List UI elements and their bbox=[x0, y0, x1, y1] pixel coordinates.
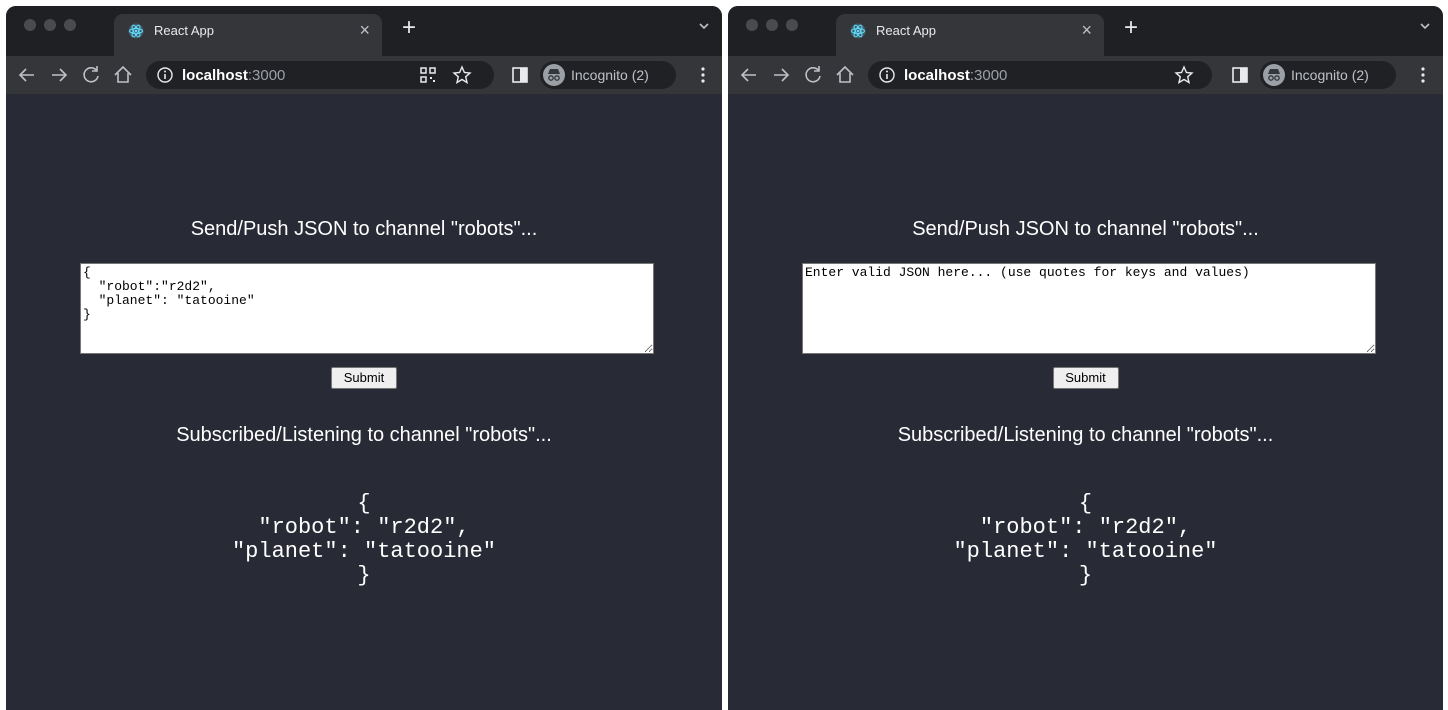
output-line: "robot": "r2d2", bbox=[979, 515, 1192, 540]
address-bar[interactable]: localhost:3000 bbox=[146, 61, 494, 89]
output-line: } bbox=[1078, 563, 1093, 588]
received-json-output: { "robot": "r2d2", "planet": "tatooine" … bbox=[728, 492, 1443, 588]
browser-tab[interactable]: React App × bbox=[836, 14, 1104, 56]
url-text: localhost:3000 bbox=[182, 67, 285, 84]
output-line: "robot": "r2d2", bbox=[258, 515, 470, 540]
star-icon[interactable] bbox=[452, 65, 472, 85]
new-tab-button[interactable]: + bbox=[402, 16, 416, 40]
browser-toolbar: localhost:3000 Incognito (2) bbox=[728, 56, 1443, 94]
page-viewport: Send/Push JSON to channel "robots"... { … bbox=[6, 94, 722, 710]
json-input[interactable] bbox=[802, 263, 1376, 354]
output-line: "planet": "tatooine" bbox=[231, 539, 497, 564]
browser-tab[interactable]: React App × bbox=[114, 14, 382, 56]
react-logo-icon bbox=[850, 23, 866, 39]
close-window-button[interactable] bbox=[24, 19, 36, 31]
minimize-window-button[interactable] bbox=[44, 19, 56, 31]
maximize-window-button[interactable] bbox=[64, 19, 76, 31]
star-icon[interactable] bbox=[1174, 65, 1194, 85]
home-icon[interactable] bbox=[832, 62, 858, 88]
home-icon[interactable] bbox=[110, 62, 136, 88]
incognito-indicator[interactable]: Incognito (2) bbox=[540, 61, 676, 89]
submit-button[interactable]: Submit bbox=[331, 367, 397, 389]
send-heading: Send/Push JSON to channel "robots"... bbox=[912, 218, 1259, 240]
output-line: } bbox=[357, 563, 371, 588]
tab-title: React App bbox=[876, 23, 936, 38]
tab-title: React App bbox=[154, 23, 214, 38]
incognito-label: Incognito (2) bbox=[571, 67, 649, 83]
url-host: localhost bbox=[904, 67, 970, 84]
maximize-window-button[interactable] bbox=[786, 19, 798, 31]
reload-icon[interactable] bbox=[800, 62, 826, 88]
close-icon[interactable]: × bbox=[1081, 20, 1092, 41]
json-input[interactable]: { "robot":"r2d2", "planet": "tatooine" } bbox=[80, 263, 654, 354]
forward-arrow-icon[interactable] bbox=[768, 62, 794, 88]
address-bar[interactable]: localhost:3000 bbox=[868, 61, 1212, 89]
incognito-icon bbox=[1263, 64, 1285, 86]
subscribe-heading: Subscribed/Listening to channel "robots"… bbox=[897, 424, 1274, 446]
submit-button[interactable]: Submit bbox=[1052, 367, 1119, 389]
reload-icon[interactable] bbox=[78, 62, 104, 88]
url-host: localhost bbox=[182, 67, 248, 84]
new-tab-button[interactable]: + bbox=[1124, 16, 1138, 40]
url-port: :3000 bbox=[969, 67, 1008, 84]
browser-toolbar: localhost:3000 Incognito (2) bbox=[6, 56, 722, 94]
forward-arrow-icon[interactable] bbox=[46, 62, 72, 88]
more-vert-icon[interactable] bbox=[1418, 65, 1428, 85]
info-icon[interactable] bbox=[878, 66, 896, 84]
incognito-label: Incognito (2) bbox=[1291, 67, 1369, 83]
browser-window-right: React App × + localhost:3000 Incognito (… bbox=[728, 6, 1443, 710]
browser-window-left: React App × + localhost:3000 Incognito (… bbox=[6, 6, 722, 710]
url-port: :3000 bbox=[247, 67, 286, 84]
incognito-indicator[interactable]: Incognito (2) bbox=[1260, 61, 1396, 89]
close-icon[interactable]: × bbox=[359, 20, 370, 41]
chevron-down-icon[interactable] bbox=[698, 20, 710, 32]
qr-code-icon[interactable] bbox=[418, 65, 438, 85]
side-panel-icon[interactable] bbox=[1230, 65, 1250, 85]
info-icon[interactable] bbox=[156, 66, 174, 84]
output-line: "planet": "tatooine" bbox=[953, 539, 1218, 564]
incognito-icon bbox=[543, 64, 565, 86]
title-bar: React App × + bbox=[6, 6, 722, 56]
chevron-down-icon[interactable] bbox=[1419, 20, 1431, 32]
minimize-window-button[interactable] bbox=[766, 19, 778, 31]
close-window-button[interactable] bbox=[746, 19, 758, 31]
side-panel-icon[interactable] bbox=[510, 65, 530, 85]
more-vert-icon[interactable] bbox=[698, 65, 708, 85]
url-text: localhost:3000 bbox=[904, 67, 1007, 84]
send-heading: Send/Push JSON to channel "robots"... bbox=[190, 218, 538, 240]
back-arrow-icon[interactable] bbox=[736, 62, 762, 88]
title-bar: React App × + bbox=[728, 6, 1443, 56]
react-logo-icon bbox=[128, 23, 144, 39]
output-line: { bbox=[357, 491, 371, 516]
received-json-output: { "robot": "r2d2", "planet": "tatooine" … bbox=[6, 492, 722, 588]
output-line: { bbox=[1078, 491, 1093, 516]
back-arrow-icon[interactable] bbox=[14, 62, 40, 88]
subscribe-heading: Subscribed/Listening to channel "robots"… bbox=[176, 424, 552, 446]
page-viewport: Send/Push JSON to channel "robots"... Su… bbox=[728, 94, 1443, 710]
